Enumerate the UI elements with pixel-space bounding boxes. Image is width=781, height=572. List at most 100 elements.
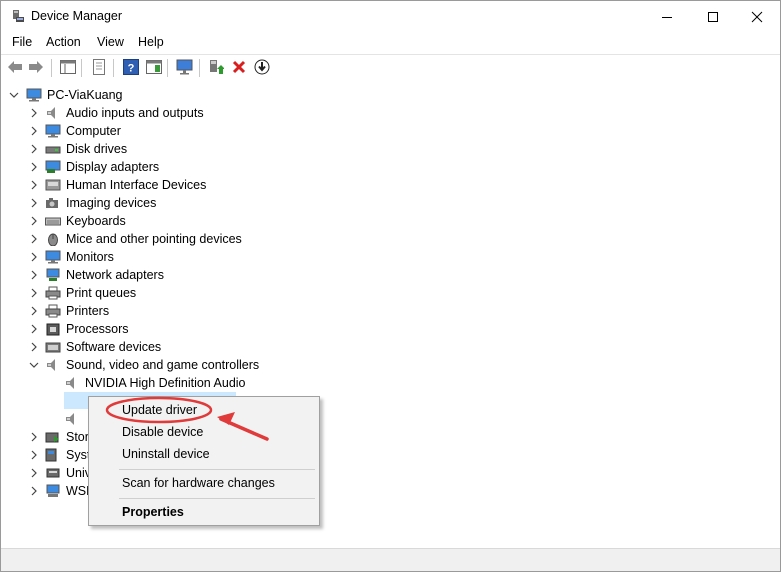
close-button[interactable]: [734, 1, 780, 32]
tree-category-node[interactable]: Human Interface Devices: [1, 176, 780, 194]
menu-action[interactable]: Action: [46, 35, 81, 49]
minimize-button[interactable]: [644, 1, 690, 32]
chevron-right-icon[interactable]: [29, 198, 39, 208]
speaker-icon: [47, 359, 55, 371]
tree-category-node[interactable]: Computer: [1, 122, 780, 140]
tree-node-label: Software devices: [66, 340, 162, 354]
tree-category-node[interactable]: Audio inputs and outputs: [1, 104, 780, 122]
storage-icon: [45, 432, 59, 443]
annotation-ellipse: [105, 396, 213, 424]
tree-node-label: Monitors: [66, 250, 114, 264]
properties-toolbar-button[interactable]: [90, 58, 108, 76]
chevron-right-icon[interactable]: [29, 252, 39, 262]
chevron-right-icon[interactable]: [29, 162, 39, 172]
menu-bar: File Action View Help: [1, 32, 780, 54]
chevron-right-icon[interactable]: [29, 180, 39, 190]
tree-node-label: Disk drives: [66, 142, 128, 156]
keyboard-icon: [45, 217, 61, 226]
help-icon: ?: [123, 59, 139, 75]
menu-file[interactable]: File: [12, 35, 32, 49]
usb-icon: [46, 468, 60, 478]
chevron-right-icon[interactable]: [29, 342, 39, 352]
tree-node-label: Stor: [66, 430, 89, 444]
forward-arrow-icon: [29, 61, 43, 73]
chevron-right-icon[interactable]: [29, 126, 39, 136]
maximize-icon: [708, 11, 718, 22]
tree-category-node[interactable]: Mice and other pointing devices: [1, 230, 780, 248]
title-bar: Device Manager: [1, 1, 780, 32]
tree-category-node[interactable]: Software devices: [1, 338, 780, 356]
chevron-right-icon[interactable]: [29, 108, 39, 118]
menu-help[interactable]: Help: [138, 35, 164, 49]
tree-node-label: Processors: [66, 322, 129, 336]
properties-icon: [93, 59, 105, 75]
tree-category-node[interactable]: Processors: [1, 320, 780, 338]
help-toolbar-button[interactable]: ?: [122, 58, 140, 76]
monitor-icon: [45, 250, 61, 264]
printer-icon: [45, 304, 61, 318]
maximize-button[interactable]: [690, 1, 736, 32]
close-icon: [751, 11, 763, 22]
chevron-right-icon[interactable]: [29, 270, 39, 280]
scan-hardware-button[interactable]: [176, 58, 194, 76]
monitor-scan-icon: [176, 59, 193, 75]
toolbar-separator: [51, 59, 52, 77]
tree-category-node[interactable]: Imaging devices: [1, 194, 780, 212]
update-driver-toolbar-button[interactable]: [207, 58, 225, 76]
tree-node-label: Syst: [66, 448, 91, 462]
chevron-down-icon[interactable]: [29, 360, 39, 370]
computer-icon: [26, 88, 42, 102]
chevron-right-icon[interactable]: [29, 306, 39, 316]
chevron-right-icon[interactable]: [29, 216, 39, 226]
chevron-right-icon[interactable]: [29, 324, 39, 334]
tree-node-label: Printers: [66, 304, 110, 318]
chevron-right-icon[interactable]: [29, 288, 39, 298]
chevron-right-icon[interactable]: [29, 486, 39, 496]
tree-category-node[interactable]: Disk drives: [1, 140, 780, 158]
chevron-right-icon[interactable]: [29, 432, 39, 442]
toolbar: ?: [1, 54, 780, 82]
device-manager-window: Device Manager File Action View Help ? P…: [0, 0, 781, 572]
scan-hardware-menu-item[interactable]: Scan for hardware changes: [122, 476, 275, 490]
menu-view[interactable]: View: [97, 35, 124, 49]
annotation-overlay: [105, 396, 269, 441]
toolbar-separator: [81, 59, 82, 77]
uninstall-toolbar-button[interactable]: [230, 58, 248, 76]
chevron-right-icon[interactable]: [29, 468, 39, 478]
chevron-right-icon[interactable]: [29, 450, 39, 460]
tree-category-node[interactable]: Display adapters: [1, 158, 780, 176]
tree-category-node[interactable]: Network adapters: [1, 266, 780, 284]
tree-node-label: NVIDIA High Definition Audio: [85, 376, 246, 390]
tree-node-label: Audio inputs and outputs: [66, 106, 204, 120]
action-pane-button[interactable]: [145, 58, 163, 76]
back-button[interactable]: [6, 58, 24, 76]
tree-node-label: Human Interface Devices: [66, 178, 207, 192]
status-bar: [1, 548, 780, 571]
chevron-down-icon[interactable]: [9, 90, 19, 100]
hid-icon: [45, 179, 61, 191]
properties-menu-item[interactable]: Properties: [122, 505, 184, 519]
window-title: Device Manager: [31, 9, 123, 23]
download-circle-icon: [254, 59, 270, 75]
disable-device-toolbar-button[interactable]: [253, 58, 271, 76]
back-arrow-icon: [8, 61, 22, 73]
chevron-right-icon[interactable]: [29, 234, 39, 244]
tree-node-label: PC-ViaKuang: [47, 88, 123, 102]
tree-node-label: Computer: [66, 124, 121, 138]
mouse-icon: [48, 233, 58, 246]
tree-root-node[interactable]: PC-ViaKuang: [1, 86, 780, 104]
tree-category-node[interactable]: Printers: [1, 302, 780, 320]
tree-category-node[interactable]: Keyboards: [1, 212, 780, 230]
system-icon: [45, 448, 57, 462]
tree-category-node[interactable]: Sound, video and game controllers: [1, 356, 780, 374]
chevron-right-icon[interactable]: [29, 144, 39, 154]
tree-category-node[interactable]: Monitors: [1, 248, 780, 266]
tree-device-node[interactable]: NVIDIA High Definition Audio: [1, 374, 780, 392]
tree-category-node[interactable]: Print queues: [1, 284, 780, 302]
forward-button[interactable]: [27, 58, 45, 76]
speaker-icon: [66, 377, 74, 389]
computer-icon: [45, 124, 61, 138]
show-hide-console-tree-button[interactable]: [59, 58, 77, 76]
printer-icon: [45, 286, 61, 300]
display-adapter-icon: [45, 160, 61, 173]
